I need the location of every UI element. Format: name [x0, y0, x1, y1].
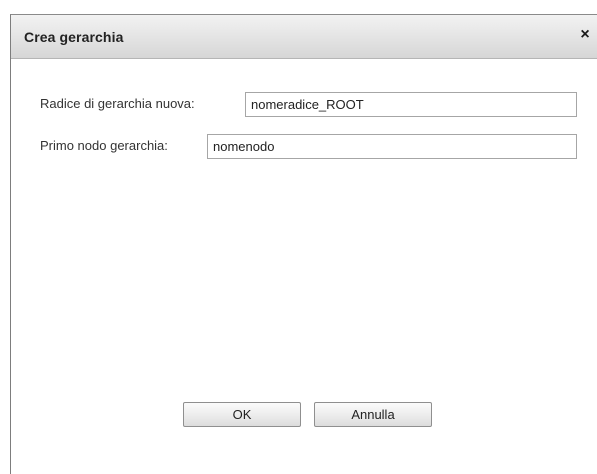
dialog-title: Crea gerarchia: [24, 29, 124, 45]
dialog-title-bar[interactable]: Crea gerarchia ×: [11, 15, 597, 59]
ok-button[interactable]: OK: [183, 402, 301, 427]
cancel-button[interactable]: Annulla: [314, 402, 432, 427]
first-node-input[interactable]: [207, 134, 577, 159]
root-name-input[interactable]: [245, 92, 577, 117]
first-node-label: Primo nodo gerarchia:: [40, 138, 168, 153]
close-icon[interactable]: ×: [577, 26, 593, 44]
create-hierarchy-dialog: Crea gerarchia × Radice di gerarchia nuo…: [10, 14, 597, 474]
root-name-label: Radice di gerarchia nuova:: [40, 96, 195, 111]
